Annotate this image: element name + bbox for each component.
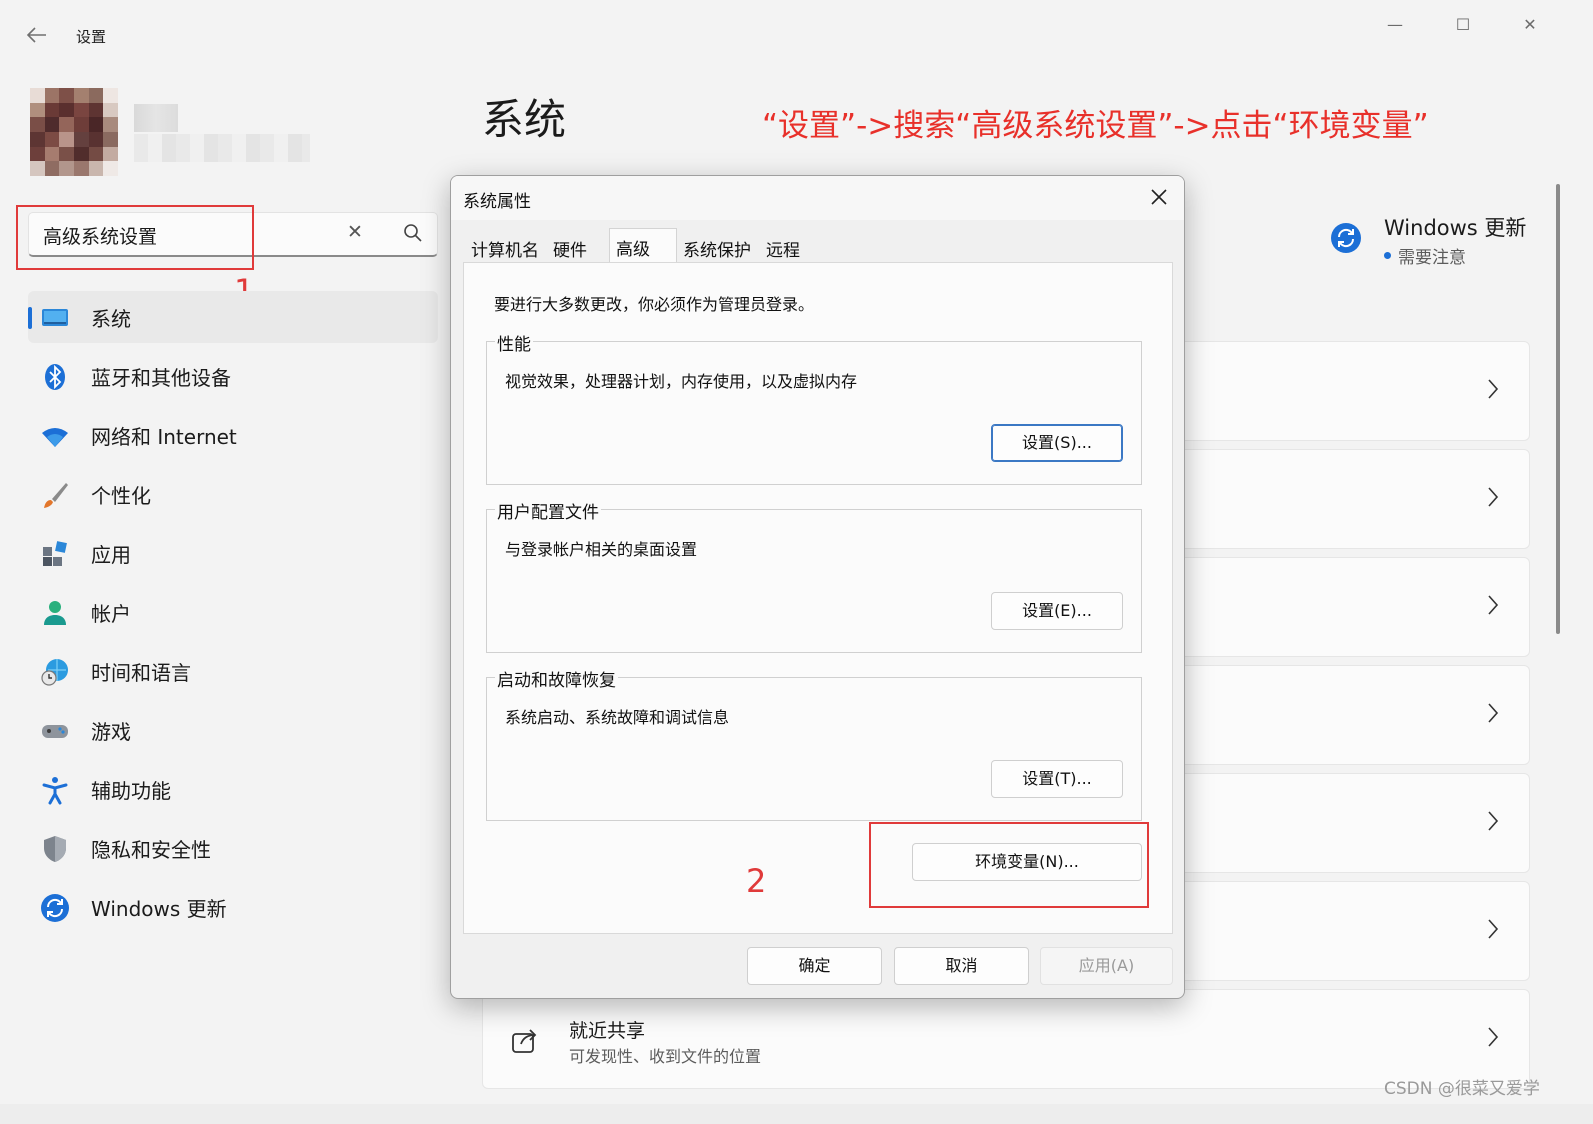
close-icon[interactable] [1146, 184, 1172, 210]
sidebar-item-label: 网络和 Internet [91, 425, 237, 449]
sidebar-item-time-language[interactable]: 时间和语言 [28, 645, 438, 697]
apps-icon [43, 541, 67, 566]
user-profiles-group: 用户配置文件 与登录帐户相关的桌面设置 设置(E)... [486, 498, 1142, 653]
taskbar-edge [0, 1104, 1593, 1124]
status-dot [1384, 252, 1391, 259]
sidebar-item-system[interactable]: 系统 [28, 291, 438, 343]
performance-settings-button[interactable]: 设置(S)... [991, 424, 1123, 462]
user-name-redacted [134, 104, 178, 132]
chevron-right-icon [1488, 487, 1499, 507]
close-button[interactable]: ✕ [1507, 12, 1553, 38]
sidebar-item-personalization[interactable]: 个性化 [28, 468, 438, 520]
annotation-caption: “设置”->搜索“高级系统设置”->点击“环境变量” [762, 108, 1429, 144]
system-properties-dialog: 系统属性 计算机名 硬件 高级 系统保护 远程 要进行大多数更改，你必须作为管理… [450, 175, 1185, 999]
group-description: 与登录帐户相关的桌面设置 [505, 540, 698, 559]
active-indicator [28, 307, 32, 329]
apply-button[interactable]: 应用(A) [1040, 947, 1173, 985]
brush-icon [44, 483, 68, 508]
dialog-titlebar: 系统属性 [451, 176, 1184, 220]
tab-advanced[interactable]: 高级 [609, 228, 677, 264]
update-icon [1331, 223, 1361, 253]
group-description: 视觉效果，处理器计划，内存使用，以及虚拟内存 [505, 372, 858, 391]
sidebar-item-gaming[interactable]: 游戏 [28, 704, 438, 756]
sidebar-item-label: 应用 [91, 543, 131, 567]
sidebar-item-label: 游戏 [91, 720, 131, 744]
monitor-icon [42, 309, 68, 326]
minimize-button[interactable]: — [1372, 12, 1418, 38]
card-subtitle: 可发现性、收到文件的位置 [569, 1047, 762, 1066]
group-description: 系统启动、系统故障和调试信息 [505, 708, 730, 727]
sidebar-item-label: 帐户 [91, 602, 131, 626]
user-email-redacted [134, 134, 310, 162]
dialog-title: 系统属性 [463, 192, 531, 212]
annotation-step-2: 2 [746, 862, 767, 900]
maximize-button[interactable]: ☐ [1440, 12, 1486, 38]
sidebar-item-label: 隐私和安全性 [91, 838, 211, 862]
admin-note: 要进行大多数更改，你必须作为管理员登录。 [494, 295, 815, 314]
performance-group: 性能 视觉效果，处理器计划，内存使用，以及虚拟内存 设置(S)... [486, 330, 1142, 485]
arrow-left-icon [26, 27, 46, 43]
globe-clock-icon [41, 659, 68, 686]
sidebar-item-privacy[interactable]: 隐私和安全性 [28, 822, 438, 874]
settings-card-nearby-sharing[interactable]: 就近共享 可发现性、收到文件的位置 [482, 989, 1530, 1089]
tab-computer-name[interactable]: 计算机名 [465, 232, 545, 262]
clear-search-icon[interactable]: ✕ [347, 221, 363, 243]
chevron-right-icon [1488, 919, 1499, 939]
annotation-highlight-search [16, 205, 254, 270]
user-profiles-settings-button[interactable]: 设置(E)... [991, 592, 1123, 630]
page-title: 系统 [482, 95, 567, 144]
tab-remote[interactable]: 远程 [760, 232, 806, 262]
sidebar-item-label: 个性化 [91, 484, 151, 508]
card-title: 就近共享 [569, 1020, 646, 1042]
ok-button[interactable]: 确定 [747, 947, 882, 985]
chevron-right-icon [1488, 595, 1499, 615]
sidebar-item-label: Windows 更新 [91, 897, 227, 921]
sidebar-item-apps[interactable]: 应用 [28, 527, 438, 579]
sidebar-item-accounts[interactable]: 帐户 [28, 586, 438, 638]
bluetooth-icon [45, 364, 65, 390]
sidebar-item-label: 系统 [91, 307, 131, 331]
group-legend: 性能 [495, 330, 533, 355]
share-icon [512, 1029, 537, 1053]
chevron-right-icon [1488, 379, 1499, 399]
sidebar-item-label: 辅助功能 [91, 779, 171, 803]
accessibility-icon [42, 777, 68, 805]
sidebar-item-label: 蓝牙和其他设备 [91, 366, 231, 390]
tab-hardware[interactable]: 硬件 [547, 232, 593, 262]
chevron-right-icon [1488, 1027, 1499, 1047]
gamepad-icon [42, 725, 68, 738]
sidebar-item-accessibility[interactable]: 辅助功能 [28, 763, 438, 815]
watermark: CSDN @很菜又爱学 [1384, 1079, 1540, 1099]
update-icon [41, 894, 69, 922]
group-legend: 启动和故障恢复 [495, 666, 618, 691]
group-legend: 用户配置文件 [495, 498, 601, 523]
annotation-highlight-env-button [869, 822, 1149, 908]
shield-icon [44, 836, 66, 862]
startup-recovery-group: 启动和故障恢复 系统启动、系统故障和调试信息 设置(T)... [486, 666, 1142, 821]
sidebar-item-bluetooth[interactable]: 蓝牙和其他设备 [28, 350, 438, 402]
chevron-right-icon [1488, 811, 1499, 831]
wifi-icon [42, 428, 68, 447]
avatar[interactable] [30, 88, 118, 176]
search-icon[interactable] [403, 223, 423, 243]
person-icon [44, 601, 66, 625]
sidebar-item-windows-update[interactable]: Windows 更新 [28, 881, 438, 933]
tab-system-protection[interactable]: 系统保护 [677, 232, 757, 262]
scrollbar[interactable] [1556, 184, 1560, 634]
chevron-right-icon [1488, 703, 1499, 723]
update-title[interactable]: Windows 更新 [1384, 212, 1526, 242]
back-button[interactable] [22, 24, 52, 50]
update-status: 需要注意 [1398, 248, 1466, 268]
sidebar-item-label: 时间和语言 [91, 661, 191, 685]
cancel-button[interactable]: 取消 [894, 947, 1029, 985]
startup-recovery-settings-button[interactable]: 设置(T)... [991, 760, 1123, 798]
window-title: 设置 [76, 28, 107, 46]
sidebar-item-network[interactable]: 网络和 Internet [28, 409, 438, 461]
